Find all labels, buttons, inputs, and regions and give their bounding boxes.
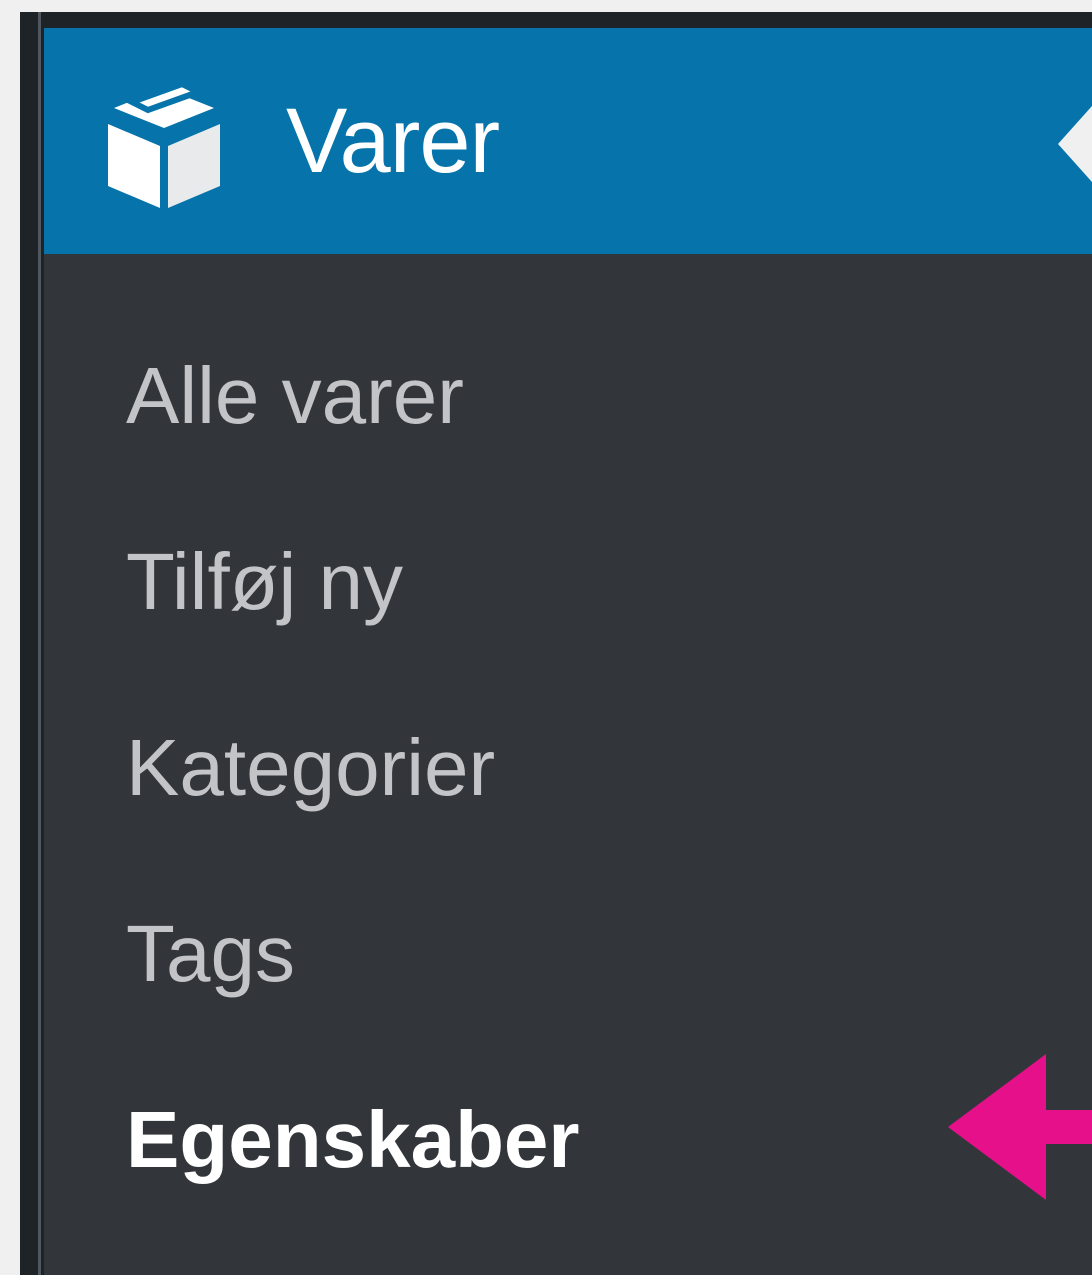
submenu-item-kategorier[interactable]: Kategorier	[126, 720, 495, 816]
submenu-item-alle-varer[interactable]: Alle varer	[126, 348, 464, 444]
current-menu-indicator	[1058, 106, 1092, 182]
box-icon	[107, 80, 221, 208]
submenu-item-tilfoej-ny[interactable]: Tilføj ny	[126, 534, 403, 630]
sidebar-edge-divider	[38, 12, 41, 1275]
arrow-left-icon	[948, 1054, 1092, 1200]
submenu-item-egenskaber[interactable]: Egenskaber	[126, 1092, 580, 1188]
menu-title: Varer	[286, 90, 500, 192]
menu-item-varer[interactable]: Varer	[44, 28, 1092, 254]
submenu-item-tags[interactable]: Tags	[126, 906, 295, 1002]
